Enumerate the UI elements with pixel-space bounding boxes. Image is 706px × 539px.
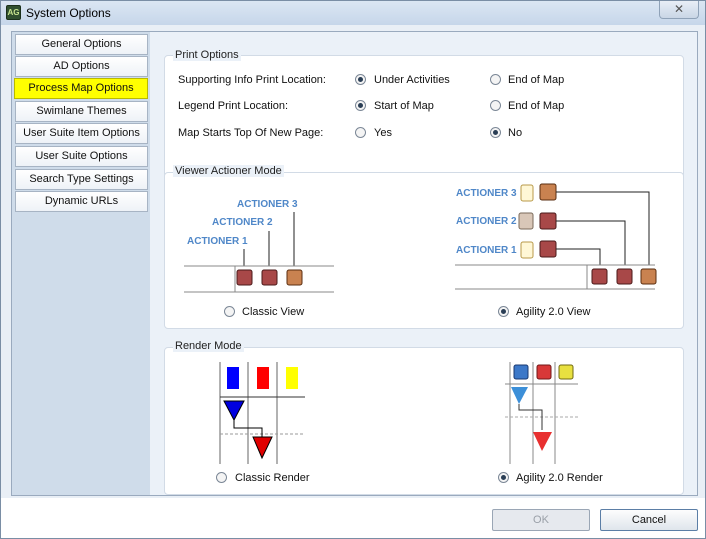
tab-swimlane-themes[interactable]: Swimlane Themes (15, 101, 148, 122)
close-button[interactable]: ✕ (659, 1, 699, 19)
agility-render-label: Agility 2.0 Render (516, 472, 603, 484)
tab-search-type-settings[interactable]: Search Type Settings (15, 169, 148, 190)
ok-button[interactable]: OK (492, 509, 590, 531)
title-bar: AG System Options ✕ (1, 1, 705, 25)
cancel-button[interactable]: Cancel (600, 509, 698, 531)
tab-ad-options[interactable]: AD Options (15, 56, 148, 77)
tab-dynamic-urls[interactable]: Dynamic URLs (15, 191, 148, 212)
window-title: System Options (26, 6, 111, 20)
tab-user-suite-item-options[interactable]: User Suite Item Options (15, 123, 148, 144)
app-icon: AG (6, 5, 21, 20)
agility-render-diagram (505, 362, 578, 464)
system-options-window: AG System Options ✕ General Options AD O… (0, 0, 706, 539)
agility-render-radio[interactable] (498, 472, 509, 483)
tab-user-suite-options[interactable]: User Suite Options (15, 146, 148, 167)
tab-process-map-options[interactable]: Process Map Options (14, 78, 148, 99)
tab-general-options[interactable]: General Options (15, 34, 148, 55)
process-map-options-panel: Print Options Supporting Info Print Loca… (150, 31, 698, 496)
